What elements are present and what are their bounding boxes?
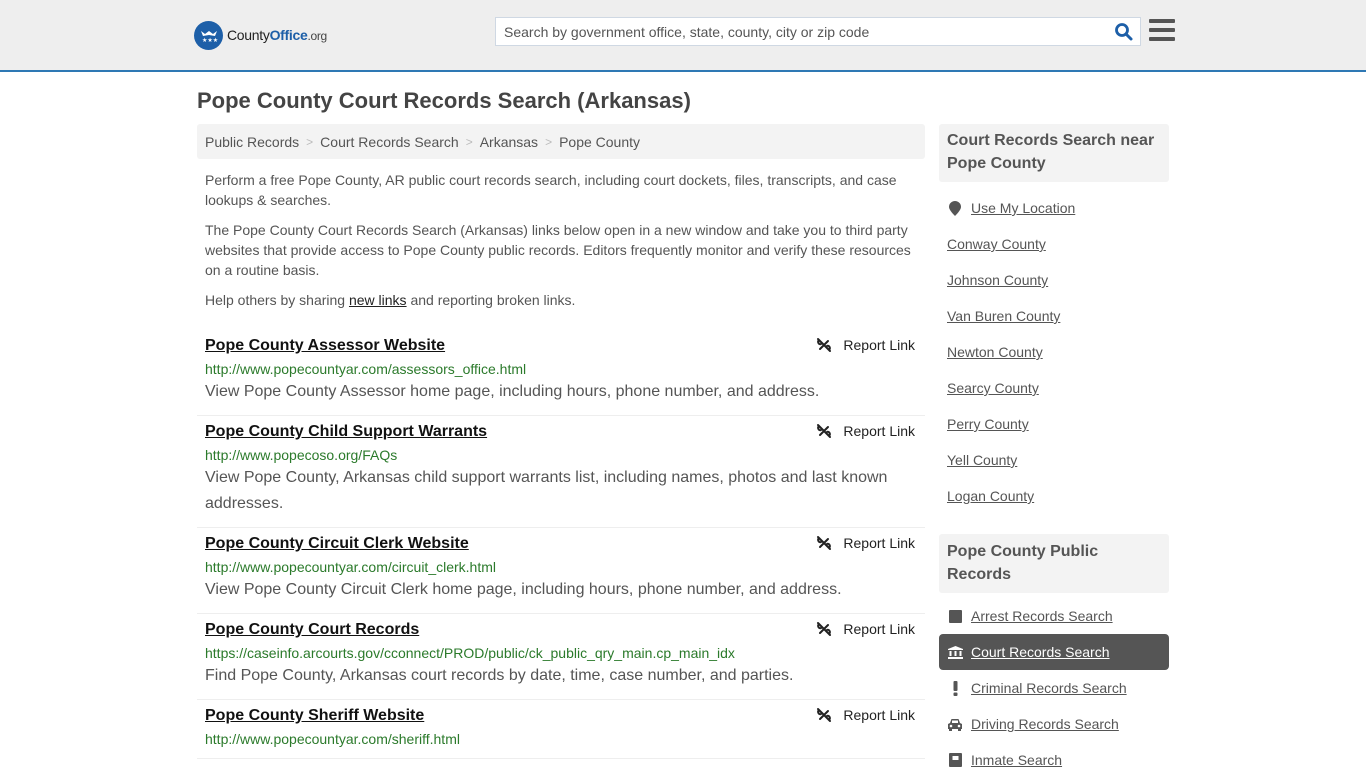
main-content: Public Records > Court Records Search > … [197, 124, 925, 759]
result-url: http://www.popecoso.org/FAQs [205, 447, 398, 463]
public-record-item-inmate[interactable]: Inmate Search [947, 742, 1161, 778]
inmate-search-link[interactable]: Inmate Search [971, 752, 1062, 768]
nearby-county-item[interactable]: Van Buren County [947, 298, 1161, 334]
nearby-county-link[interactable]: Perry County [947, 416, 1029, 432]
car-icon [947, 718, 963, 731]
intro-paragraph-2: The Pope County Court Records Search (Ar… [205, 222, 911, 278]
public-records-list: Arrest Records Search Court Records Sear… [939, 593, 1169, 778]
report-link-button[interactable]: Report Link [816, 707, 915, 723]
intro-paragraph-1: Perform a free Pope County, AR public co… [205, 172, 897, 208]
nearby-county-link[interactable]: Searcy County [947, 380, 1039, 396]
breadcrumb-separator-icon: > [306, 134, 314, 149]
result-url: http://www.popecountyar.com/circuit_cler… [205, 559, 497, 575]
nearby-heading: Court Records Search near Pope County [939, 124, 1169, 182]
result-item: Pope County Circuit Clerk Website Report… [197, 528, 925, 614]
results-list: Pope County Assessor Website Report Link… [197, 330, 925, 759]
result-url: http://www.popecountyar.com/sheriff.html [205, 731, 460, 747]
use-my-location-link[interactable]: Use My Location [971, 200, 1075, 216]
public-records-heading: Pope County Public Records [939, 534, 1169, 593]
nearby-county-item[interactable]: Perry County [947, 406, 1161, 442]
public-record-item-court[interactable]: Court Records Search [939, 634, 1169, 670]
broken-link-icon [817, 338, 832, 352]
logo-text: CountyOffice.org [227, 27, 327, 43]
breadcrumb-pope-county[interactable]: Pope County [559, 134, 640, 150]
result-item: Pope County Sheriff Website Report Link … [197, 700, 925, 759]
criminal-records-link[interactable]: Criminal Records Search [971, 680, 1127, 696]
nearby-county-item[interactable]: Searcy County [947, 370, 1161, 406]
report-link-button[interactable]: Report Link [816, 423, 915, 439]
result-description: View Pope County Circuit Clerk home page… [205, 581, 842, 598]
result-url: https://caseinfo.arcourts.gov/cconnect/P… [205, 645, 735, 661]
map-marker-icon [947, 200, 963, 216]
result-url: http://www.popecountyar.com/assessors_of… [205, 361, 527, 377]
report-link-button[interactable]: Report Link [816, 337, 915, 353]
nearby-county-item[interactable]: Yell County [947, 442, 1161, 478]
court-records-link[interactable]: Court Records Search [971, 644, 1110, 660]
nearby-county-item[interactable]: Johnson County [947, 262, 1161, 298]
public-record-item-driving[interactable]: Driving Records Search [947, 706, 1161, 742]
intro-text: Perform a free Pope County, AR public co… [197, 170, 925, 310]
nearby-list: Use My Location Conway County Johnson Co… [939, 182, 1169, 514]
result-description: View Pope County Assessor home page, inc… [205, 383, 820, 400]
search-input[interactable] [496, 18, 1106, 45]
breadcrumb-public-records[interactable]: Public Records [205, 134, 299, 150]
report-link-button[interactable]: Report Link [816, 535, 915, 551]
site-logo[interactable]: ★★★ CountyOffice.org [194, 20, 327, 50]
result-title-link[interactable]: Pope County Court Records [205, 620, 419, 640]
public-record-item-arrest[interactable]: Arrest Records Search [947, 598, 1161, 634]
result-title-link[interactable]: Pope County Sheriff Website [205, 706, 424, 726]
use-my-location-item[interactable]: Use My Location [947, 190, 1161, 226]
result-item: Pope County Court Records Report Link ht… [197, 614, 925, 700]
intro-paragraph-3: Help others by sharing new links and rep… [205, 292, 576, 308]
driving-records-link[interactable]: Driving Records Search [971, 716, 1119, 732]
broken-link-icon [817, 708, 832, 722]
top-header: ★★★ CountyOffice.org [0, 0, 1366, 72]
result-title-link[interactable]: Pope County Circuit Clerk Website [205, 534, 469, 554]
result-description: Find Pope County, Arkansas court records… [205, 667, 794, 684]
broken-link-icon [817, 536, 832, 550]
result-description: View Pope County, Arkansas child support… [205, 469, 888, 512]
square-icon [947, 609, 963, 623]
breadcrumb: Public Records > Court Records Search > … [197, 124, 925, 159]
nearby-county-item[interactable]: Newton County [947, 334, 1161, 370]
result-title-link[interactable]: Pope County Assessor Website [205, 336, 445, 356]
broken-link-icon [817, 622, 832, 636]
nearby-county-link[interactable]: Johnson County [947, 272, 1048, 288]
breadcrumb-separator-icon: > [545, 134, 553, 149]
search-icon[interactable] [1114, 22, 1134, 42]
nearby-county-link[interactable]: Conway County [947, 236, 1046, 252]
page-title: Pope County Court Records Search (Arkans… [197, 88, 691, 113]
result-item: Pope County Child Support Warrants Repor… [197, 416, 925, 528]
inmate-icon [947, 753, 963, 767]
breadcrumb-arkansas[interactable]: Arkansas [480, 134, 538, 150]
new-links-link[interactable]: new links [349, 292, 407, 308]
result-item: Pope County Assessor Website Report Link… [197, 330, 925, 416]
report-link-button[interactable]: Report Link [816, 621, 915, 637]
nearby-county-item[interactable]: Conway County [947, 226, 1161, 262]
sidebar: Court Records Search near Pope County Us… [939, 124, 1169, 778]
nearby-county-item[interactable]: Logan County [947, 478, 1161, 514]
eagle-stars-logo-icon: ★★★ [194, 20, 223, 50]
result-title-link[interactable]: Pope County Child Support Warrants [205, 422, 487, 442]
nearby-county-link[interactable]: Van Buren County [947, 308, 1060, 324]
nearby-county-link[interactable]: Newton County [947, 344, 1043, 360]
breadcrumb-separator-icon: > [465, 134, 473, 149]
nearby-county-link[interactable]: Yell County [947, 452, 1017, 468]
search-box [495, 17, 1141, 46]
public-record-item-criminal[interactable]: Criminal Records Search [947, 670, 1161, 706]
broken-link-icon [817, 424, 832, 438]
breadcrumb-court-records-search[interactable]: Court Records Search [320, 134, 459, 150]
arrest-records-link[interactable]: Arrest Records Search [971, 608, 1113, 624]
nearby-county-link[interactable]: Logan County [947, 488, 1034, 504]
courthouse-icon [947, 645, 963, 659]
svg-text:★★★: ★★★ [202, 37, 218, 44]
exclamation-icon [947, 680, 963, 696]
hamburger-menu-icon[interactable] [1149, 19, 1175, 43]
